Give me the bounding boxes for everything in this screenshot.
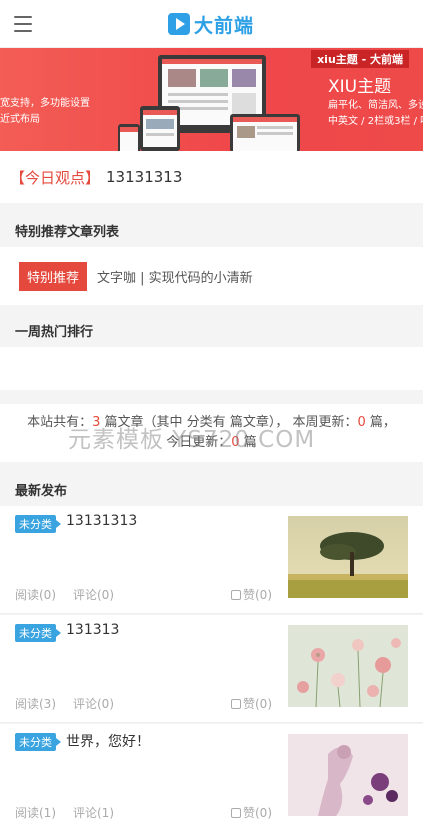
post-item[interactable]: 未分类 13131313 阅读(0) 评论(0) 赞(0)	[0, 506, 423, 614]
post-thumbnail-illustration[interactable]	[288, 734, 408, 816]
top-header: 大前端	[0, 0, 423, 48]
recommend-list: 特别推荐 文字咖 | 实现代码的小清新	[0, 247, 423, 305]
post-title[interactable]: 世界，您好！	[66, 731, 150, 751]
play-icon	[168, 13, 190, 35]
phone-image	[118, 124, 140, 151]
banner-title: XIU主题	[328, 77, 392, 97]
post-meta: 阅读(0) 评论(0)	[15, 586, 131, 603]
viewpoint-text: 13131313	[106, 168, 183, 186]
like-button[interactable]: 赞(0)	[231, 695, 272, 712]
read-count: 阅读(3)	[15, 697, 56, 711]
today-viewpoint[interactable]: 【今日观点】 13131313	[0, 151, 423, 203]
category-badge[interactable]: 未分类	[15, 624, 61, 642]
post-thumbnail-flowers[interactable]	[288, 625, 408, 707]
post-thumbnail-tree[interactable]	[288, 516, 408, 598]
hot-section-title: 一周热门排行	[0, 311, 423, 351]
post-title[interactable]: 13131313	[66, 513, 137, 529]
like-button[interactable]: 赞(0)	[231, 804, 272, 821]
thumbs-up-icon	[231, 590, 241, 600]
menu-icon[interactable]	[14, 16, 32, 32]
tablet-image	[140, 106, 180, 151]
banner-badge: xiu主题 - 大前端	[311, 50, 409, 68]
site-logo[interactable]: 大前端	[168, 12, 255, 37]
thumbs-up-icon	[231, 699, 241, 709]
recommend-section-title: 特别推荐文章列表	[0, 211, 423, 251]
latest-section-title: 最新发布	[0, 470, 423, 510]
post-item[interactable]: 未分类 世界，您好！ 阅读(1) 评论(1) 赞(0)	[0, 724, 423, 830]
read-count: 阅读(0)	[15, 588, 56, 602]
logo-text: 大前端	[194, 14, 255, 37]
banner-subtitle: 扁平化、简洁风、多设备 中英文 / 2栏或3栏 / 响应	[328, 100, 423, 127]
thumbs-up-icon	[231, 808, 241, 818]
recommend-tag[interactable]: 特别推荐	[19, 261, 88, 291]
recommend-link[interactable]: 文字咖 | 实现代码的小清新	[97, 267, 253, 286]
post-item[interactable]: 未分类 131313 阅读(3) 评论(0) 赞(0)	[0, 615, 423, 723]
comment-count[interactable]: 评论(1)	[73, 806, 114, 820]
comment-count[interactable]: 评论(0)	[73, 588, 114, 602]
laptop-image	[230, 114, 300, 151]
hero-banner[interactable]: 宽支持，多功能设置 近式布局 xiu主题 - 大前端 XIU主题 扁平化、简洁风…	[0, 48, 423, 151]
post-title[interactable]: 131313	[66, 622, 119, 638]
banner-left-text: 宽支持，多功能设置 近式布局	[0, 98, 90, 125]
week-count: 0	[357, 415, 366, 430]
category-badge[interactable]: 未分类	[15, 733, 61, 751]
read-count: 阅读(1)	[15, 806, 56, 820]
category-badge[interactable]: 未分类	[15, 515, 61, 533]
watermark: 元素模板 YS720.COM	[68, 427, 316, 453]
like-button[interactable]: 赞(0)	[231, 586, 272, 603]
hot-list	[0, 347, 423, 390]
post-meta: 阅读(3) 评论(0)	[15, 695, 131, 712]
comment-count[interactable]: 评论(0)	[73, 697, 114, 711]
viewpoint-tag: 【今日观点】	[10, 168, 101, 187]
post-meta: 阅读(1) 评论(1)	[15, 804, 131, 821]
